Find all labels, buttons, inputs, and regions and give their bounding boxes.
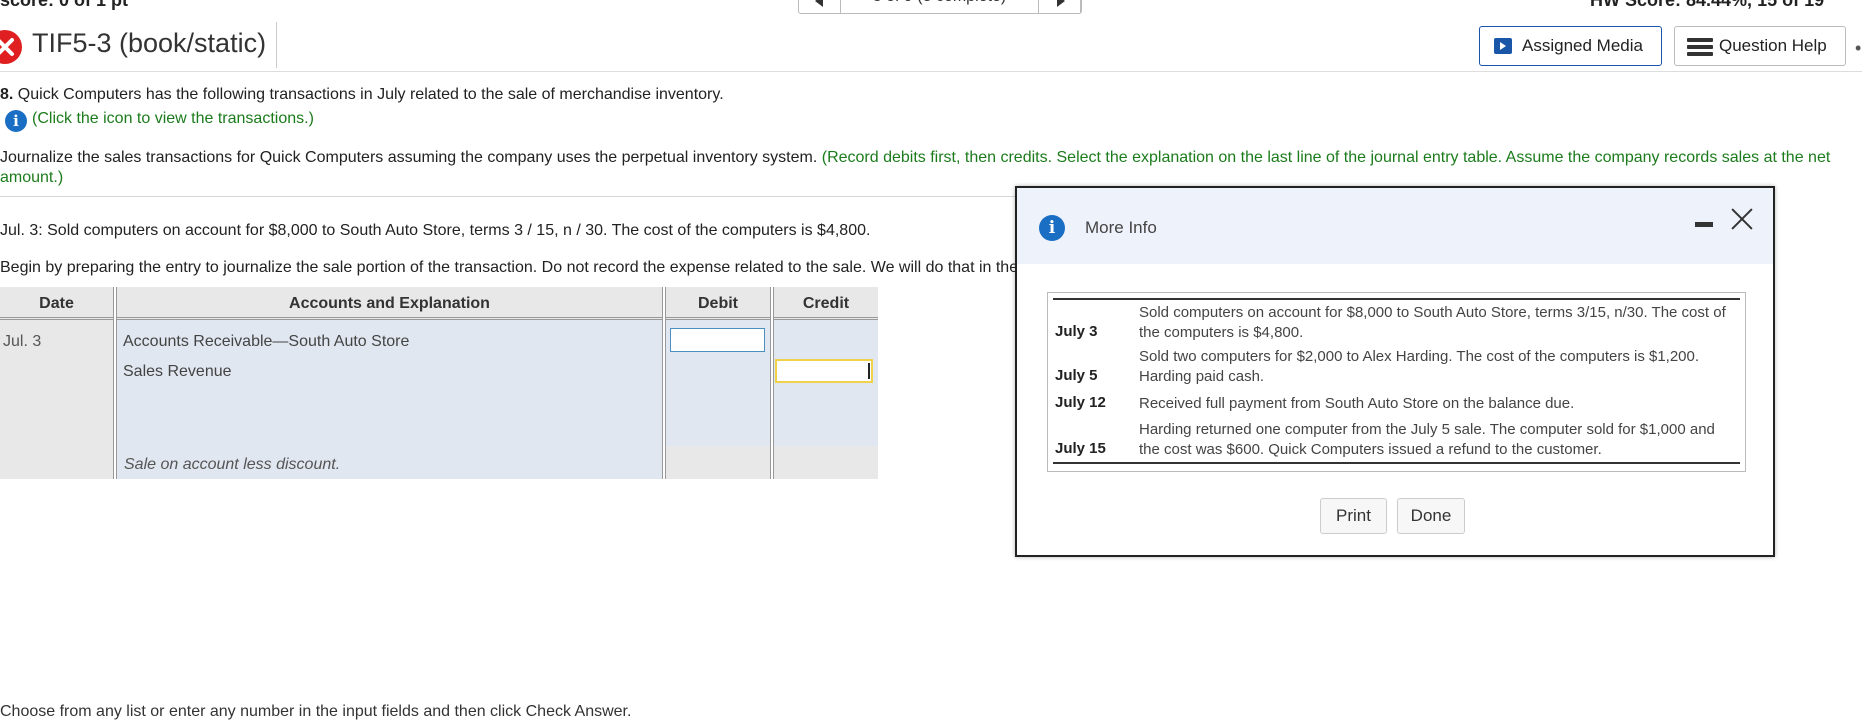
debit-header: Debit (666, 287, 770, 320)
transaction-date: July 5 (1055, 367, 1098, 384)
question-prompt: 8. Quick Computers has the following tra… (0, 86, 724, 104)
chevron-right-icon (1057, 0, 1065, 7)
question-number: 8. (0, 86, 14, 103)
more-info-dialog: i More Info July 3 Sold computers on acc… (1015, 186, 1775, 557)
top-status-strip: score: 0 of 1 pt 8 of 9 (8 complete) HW … (0, 0, 1862, 20)
debit-amount-input[interactable] (670, 328, 765, 352)
credit-account-select[interactable]: Sales Revenue (123, 363, 232, 381)
dialog-header: i More Info (1017, 188, 1773, 264)
debit-footer (666, 446, 770, 479)
entry-date: Jul. 3 (3, 333, 42, 350)
done-button[interactable]: Done (1397, 498, 1465, 534)
transaction-row: July 12 Received full payment from South… (1053, 394, 1740, 416)
debit-account-select[interactable]: Accounts Receivable—South Auto Store (123, 333, 409, 351)
transactions-table: July 3 Sold computers on account for $8,… (1047, 292, 1746, 472)
overflow-menu-icon[interactable]: • (1855, 38, 1861, 59)
divider (0, 196, 1015, 197)
transaction-date: July 15 (1055, 440, 1106, 457)
question-navigator: 8 of 9 (8 complete) (798, 0, 1082, 14)
question-help-label: Question Help (1719, 36, 1827, 55)
view-transactions-link[interactable]: (Click the icon to view the transactions… (32, 110, 314, 128)
list-icon (1687, 38, 1713, 56)
page-title: TIF5-3 (book/static) (32, 28, 267, 58)
question-position-select[interactable]: 8 of 9 (8 complete) (841, 0, 1039, 13)
media-icon (1494, 38, 1512, 54)
next-question-button[interactable] (1039, 0, 1081, 13)
text-cursor (868, 363, 870, 379)
dialog-title: More Info (1085, 218, 1157, 237)
credit-header: Credit (774, 287, 878, 320)
title-divider (276, 22, 277, 68)
column-divider (113, 287, 117, 479)
minimize-icon[interactable] (1695, 222, 1713, 227)
credit-amount-input[interactable] (775, 359, 873, 383)
transaction-date: July 3 (1055, 323, 1098, 340)
credit-footer (774, 446, 878, 479)
accounts-header: Accounts and Explanation (117, 287, 662, 320)
journal-entry-table: Date Accounts and Explanation Debit Cred… (0, 287, 878, 479)
footer-hint: Choose from any list or enter any number… (0, 703, 632, 720)
column-divider (662, 287, 666, 479)
close-icon[interactable] (1729, 206, 1755, 232)
chevron-left-icon (815, 0, 823, 7)
previous-question-button[interactable] (799, 0, 841, 13)
step-instruction: Begin by preparing the entry to journali… (0, 259, 1015, 276)
transactions-table-body: July 3 Sold computers on account for $8,… (1053, 298, 1740, 464)
transaction-row: July 15 Harding returned one computer fr… (1053, 418, 1740, 462)
question-text: Quick Computers has the following transa… (17, 86, 724, 103)
score-text: score: 0 of 1 pt (0, 0, 129, 10)
credit-column (774, 320, 878, 446)
transaction-row: July 3 Sold computers on account for $8,… (1053, 303, 1740, 343)
question-help-button[interactable]: Question Help (1674, 26, 1846, 66)
hw-score-text: HW Score: 84.44%, 15 of 19 (1590, 0, 1825, 10)
transaction-row: July 5 Sold two computers for $2,000 to … (1053, 347, 1740, 387)
info-icon: i (1039, 215, 1065, 241)
print-button[interactable]: Print (1320, 498, 1387, 534)
column-divider (770, 287, 774, 479)
transaction-text: Sold computers on account for $8,000 to … (1139, 304, 1726, 341)
explanation-select[interactable]: Sale on account less discount. (124, 456, 340, 474)
transaction-description: Jul. 3: Sold computers on account for $8… (0, 222, 871, 239)
info-icon[interactable]: i (5, 110, 27, 132)
assigned-media-button[interactable]: Assigned Media (1479, 26, 1662, 66)
instructions: Journalize the sales transactions for Qu… (0, 148, 1862, 188)
assigned-media-label: Assigned Media (1522, 36, 1643, 55)
transaction-text: Received full payment from South Auto St… (1139, 395, 1575, 412)
instruction-main: Journalize the sales transactions for Qu… (0, 149, 818, 166)
transaction-date: July 12 (1055, 394, 1106, 411)
transaction-text: Sold two computers for $2,000 to Alex Ha… (1139, 348, 1700, 385)
date-header: Date (0, 287, 113, 320)
transaction-text: Harding returned one computer from the J… (1139, 421, 1715, 458)
incorrect-x-icon (0, 30, 22, 64)
